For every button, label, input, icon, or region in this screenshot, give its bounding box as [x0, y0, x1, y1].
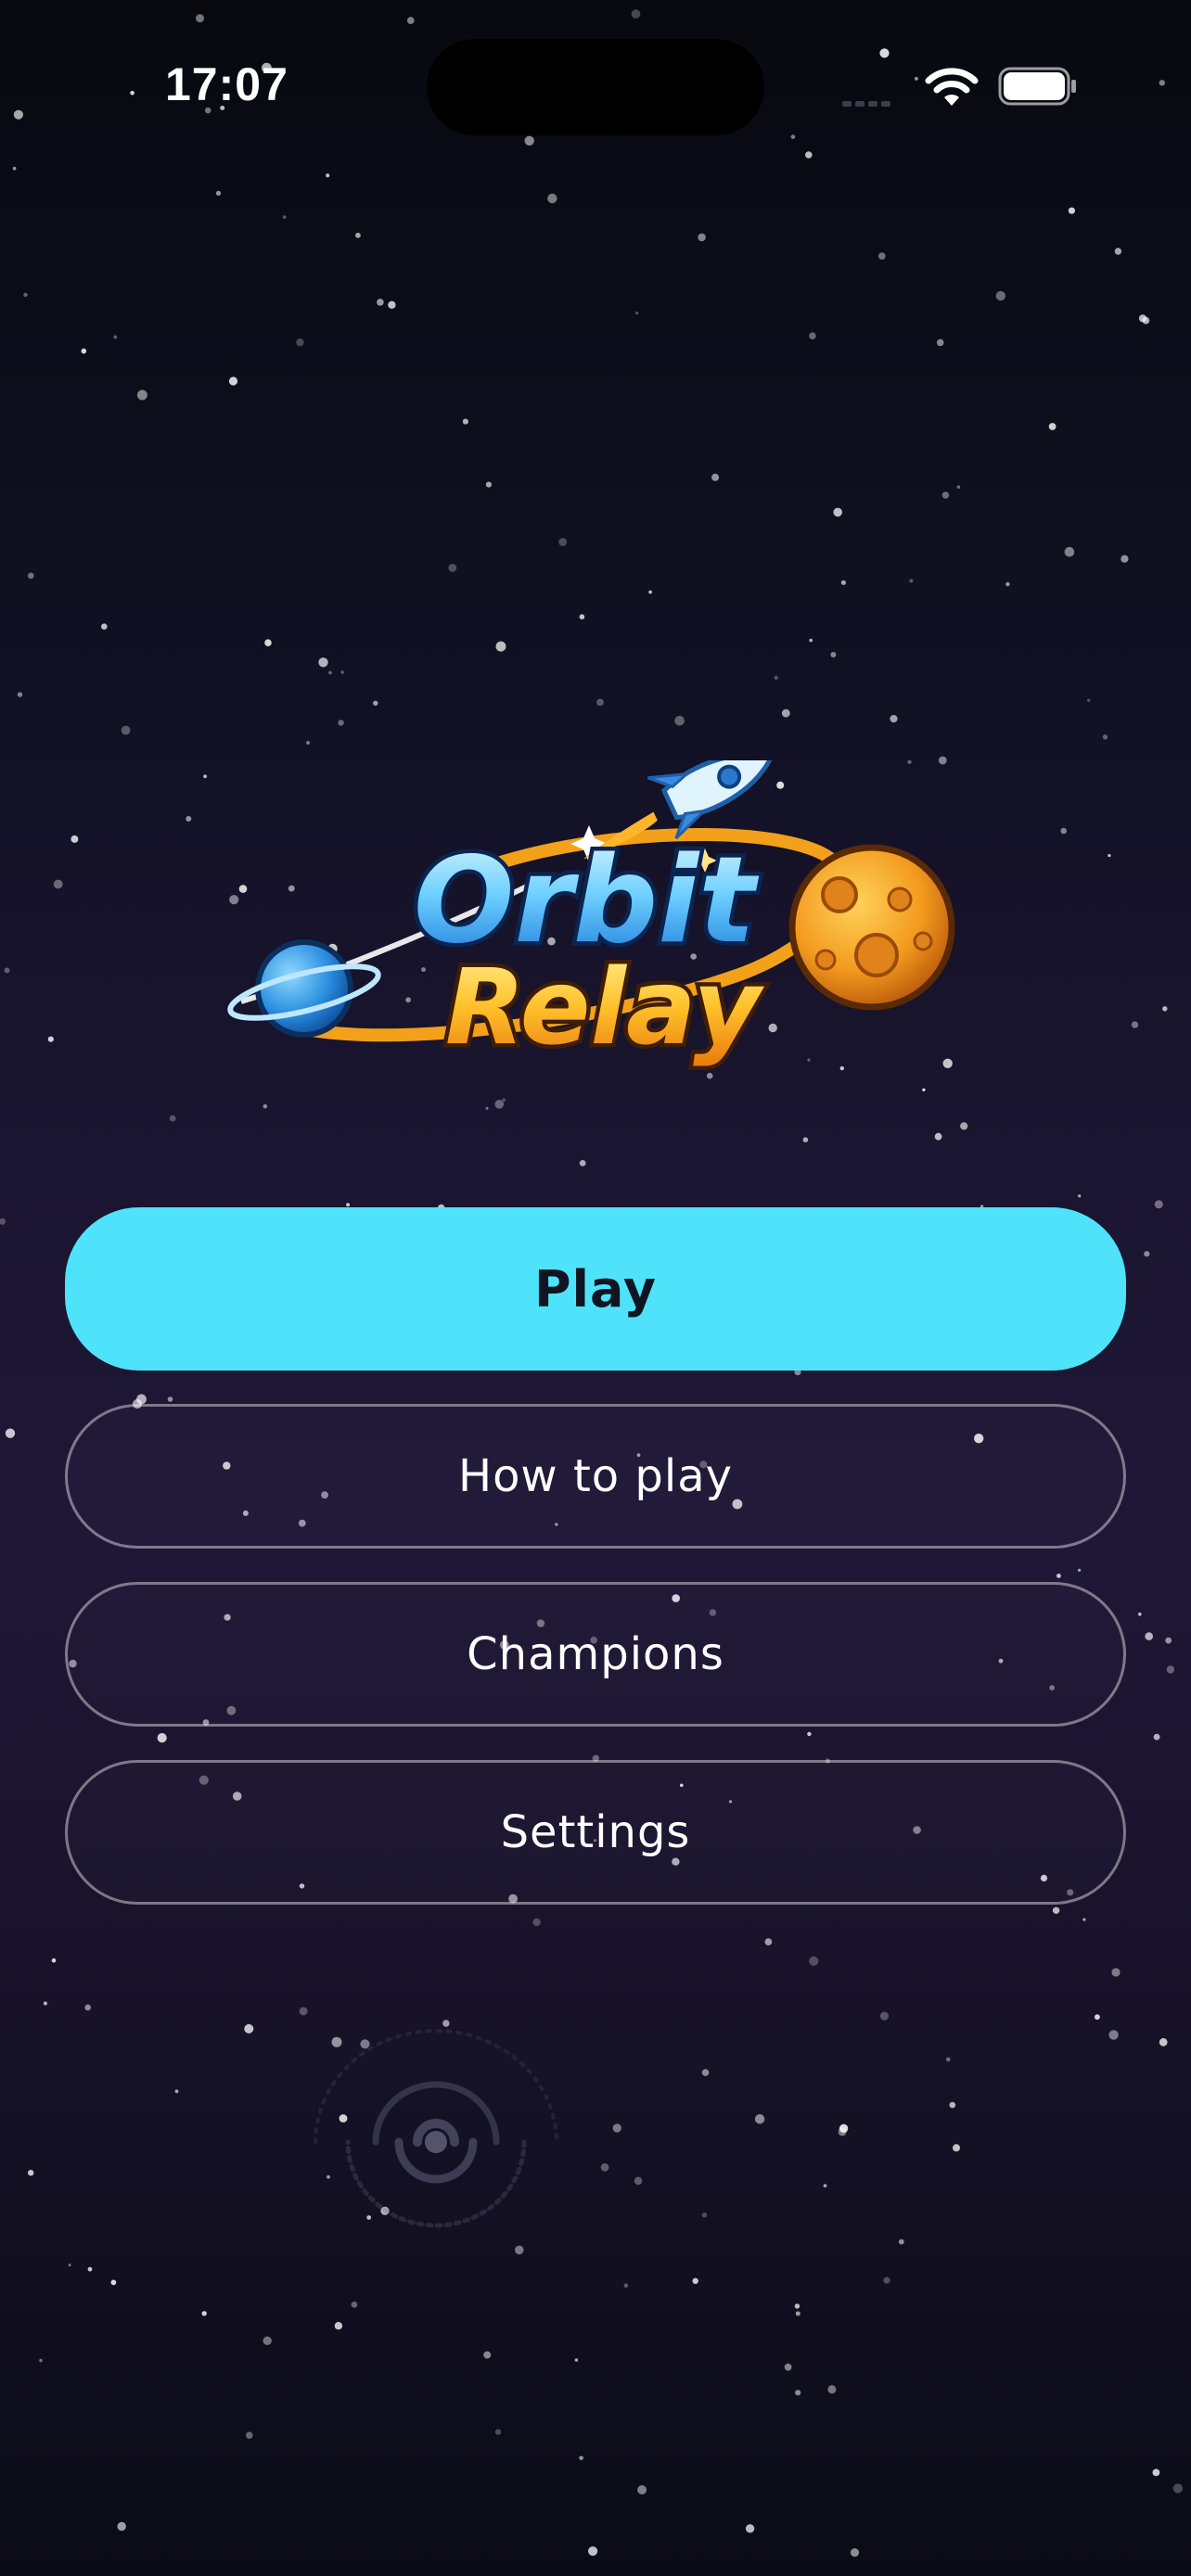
moon-icon [788, 844, 955, 1011]
settings-button[interactable]: Settings [65, 1760, 1126, 1905]
galaxy-icon [314, 2029, 558, 2228]
play-button[interactable]: Play [65, 1207, 1126, 1371]
planet-icon [227, 939, 381, 1038]
wifi-icon [925, 68, 979, 106]
main-menu: Play How to play Champions Settings [65, 1207, 1126, 1938]
signal-icon [842, 95, 894, 111]
logo-word-2: Relay [445, 948, 764, 1068]
game-logo: Orbit Relay [227, 760, 955, 1073]
status-time: 17:07 [165, 58, 288, 110]
status-bar: 17:07 [0, 0, 1191, 176]
dynamic-island [427, 39, 764, 135]
battery-icon [998, 67, 1076, 106]
how-to-play-button[interactable]: How to play [65, 1404, 1126, 1549]
champions-button[interactable]: Champions [65, 1582, 1126, 1727]
